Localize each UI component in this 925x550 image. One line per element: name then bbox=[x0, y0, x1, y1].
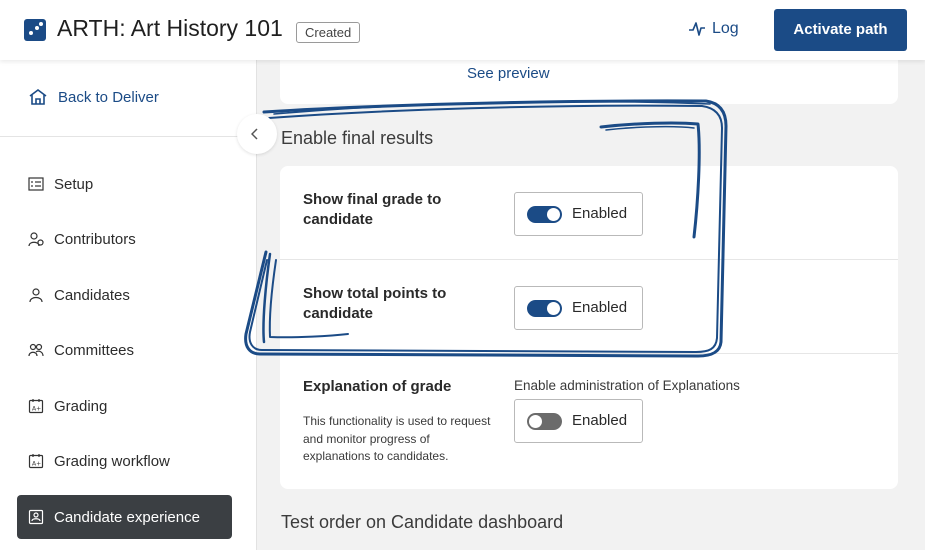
toggle-label: Enabled bbox=[572, 412, 628, 429]
grading-workflow-icon: A+ bbox=[28, 454, 44, 469]
section-title-test-order: Test order on Candidate dashboard bbox=[281, 512, 564, 532]
contributors-icon bbox=[28, 232, 44, 247]
sidebar-item-label: Candidates bbox=[54, 286, 130, 304]
toggle-total-points[interactable]: Enabled bbox=[514, 286, 643, 330]
setting-description-explanation: This functionality is used to request an… bbox=[303, 414, 491, 463]
toggle-explanations[interactable]: Enabled bbox=[514, 399, 643, 443]
sidebar-item-candidate-experience[interactable]: Candidate experience bbox=[17, 495, 232, 539]
see-preview-link[interactable]: See preview bbox=[467, 65, 550, 82]
sidebar-item-label: Grading bbox=[54, 397, 108, 415]
sidebar-item-label: Candidate experience bbox=[54, 508, 200, 526]
sidebar-item-committees[interactable]: Committees bbox=[17, 328, 232, 372]
sidebar-item-label: Committees bbox=[54, 341, 135, 359]
sidebar-item-candidates[interactable]: Candidates bbox=[17, 273, 232, 317]
top-header: ARTH: Art History 101 Created Log Activa… bbox=[0, 0, 925, 60]
status-badge: Created bbox=[296, 22, 361, 43]
section-title-final-results: Enable final results bbox=[281, 128, 434, 148]
svg-text:A+: A+ bbox=[32, 461, 41, 468]
toggle-final-grade[interactable]: Enabled bbox=[514, 192, 643, 236]
setup-icon bbox=[28, 177, 44, 191]
preview-card bbox=[280, 56, 898, 104]
collapse-sidebar-button[interactable] bbox=[237, 114, 277, 154]
toggle-switch[interactable] bbox=[527, 206, 562, 223]
sidebar-item-contributors[interactable]: Contributors bbox=[17, 217, 232, 261]
app-logo-icon bbox=[24, 19, 46, 41]
grading-icon: A+ bbox=[28, 399, 44, 414]
back-to-deliver-link[interactable]: Back to Deliver bbox=[28, 88, 159, 106]
svg-text:A+: A+ bbox=[32, 406, 41, 413]
row-divider bbox=[280, 353, 898, 354]
candidate-icon bbox=[29, 288, 43, 303]
back-label: Back to Deliver bbox=[58, 88, 159, 106]
setting-label-total-points: Show total points to candidate bbox=[303, 285, 447, 322]
committees-icon bbox=[28, 343, 44, 357]
sidebar-item-label: Setup bbox=[54, 175, 94, 193]
toggle-label: Enabled bbox=[572, 205, 628, 222]
row-divider bbox=[280, 259, 898, 260]
sidebar-item-label: Grading workflow bbox=[54, 452, 170, 470]
setting-label-final-grade: Show final grade to candidate bbox=[303, 191, 442, 228]
toggle-switch[interactable] bbox=[527, 413, 562, 430]
candidate-experience-icon bbox=[28, 509, 44, 525]
setting-sublabel-explanation: Enable administration of Explanations bbox=[514, 378, 740, 393]
sidebar-item-grading-workflow[interactable]: A+ Grading workflow bbox=[17, 439, 232, 483]
log-button[interactable]: Log bbox=[688, 20, 739, 38]
sidebar-item-setup[interactable]: Setup bbox=[17, 162, 232, 206]
toggle-label: Enabled bbox=[572, 299, 628, 316]
activity-icon bbox=[689, 22, 705, 36]
toggle-switch[interactable] bbox=[527, 300, 562, 317]
sidebar-divider bbox=[0, 136, 257, 137]
activate-path-button[interactable]: Activate path bbox=[774, 9, 907, 51]
log-label: Log bbox=[712, 20, 739, 37]
home-icon bbox=[29, 89, 47, 105]
chevron-left-icon bbox=[251, 128, 258, 140]
sidebar-item-label: Contributors bbox=[54, 230, 136, 248]
sidebar-item-grading[interactable]: A+ Grading bbox=[17, 384, 232, 428]
page-title: ARTH: Art History 101 bbox=[57, 15, 283, 41]
setting-label-explanation: Explanation of grade bbox=[303, 378, 452, 395]
